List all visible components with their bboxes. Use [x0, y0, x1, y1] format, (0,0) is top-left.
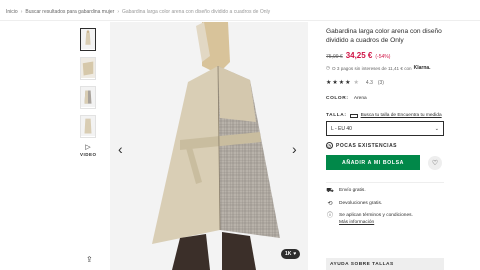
heart-icon: ♡: [431, 159, 439, 167]
product-title: Gabardina larga color arena con diseño d…: [326, 28, 442, 44]
stock-text: POCAS EXISTENCIAS: [336, 142, 398, 149]
star-half-icon: ★: [353, 80, 360, 86]
thumbnail-image: [81, 29, 95, 50]
clock-icon: ◷: [326, 65, 331, 70]
product-info: Gabardina larga color arena con diseño d…: [326, 28, 444, 232]
breadcrumb-search[interactable]: Buscar resultados para gabardina mujer: [25, 9, 114, 15]
size-guide-link[interactable]: Busca tu talla de Encuentra tu medida: [361, 113, 442, 118]
video-label: VIDEO: [80, 152, 97, 157]
breadcrumb-separator: ›: [117, 9, 119, 15]
discount-badge: (-54%): [375, 54, 391, 60]
next-image-button[interactable]: ›: [292, 142, 297, 156]
product-gallery: ‹ ›: [110, 22, 308, 270]
shipping-info: ⛟ Envío gratis. ⟲ Devoluciones gratis. ⓘ…: [326, 182, 444, 226]
terms-block: Se aplican términos y condiciones. Más i…: [339, 213, 413, 226]
ruler-icon: [349, 113, 358, 118]
thumbnail-image: [81, 58, 95, 79]
return-icon: ⟲: [327, 200, 333, 207]
share-icon[interactable]: ⇪: [86, 255, 93, 264]
klarna-text: O 3 pagos sin intereses de 11,41 € con: [332, 65, 412, 71]
saves-badge[interactable]: 1K ♥: [281, 249, 301, 259]
chevron-down-icon: ⌄: [434, 125, 439, 132]
color-value: Arena: [353, 96, 367, 101]
cart-row: AÑADIR A MI BOLSA ♡: [326, 155, 444, 170]
truck-icon: ⛟: [326, 188, 334, 194]
returns-line: ⟲ Devoluciones gratis.: [326, 201, 444, 208]
thumbnail-2[interactable]: [80, 57, 96, 80]
star-rating-icon: ★★★★: [326, 80, 352, 86]
price-row: 75,99 € 34,25 € (-54%): [326, 51, 444, 60]
heart-icon: ♥: [293, 251, 297, 257]
save-for-later-button[interactable]: ♡: [428, 155, 442, 170]
product-image: [110, 22, 308, 270]
thumbnail-image: [81, 87, 95, 108]
thumbnail-4[interactable]: [80, 115, 96, 138]
size-help-header[interactable]: AYUDA SOBRE TALLAS: [326, 258, 444, 270]
shipping-line: ⛟ Envío gratis.: [326, 188, 444, 195]
rating[interactable]: ★★★★ ★ 4.3 (3): [326, 79, 444, 87]
clock-icon: ◷: [326, 142, 333, 149]
old-price: 75,99 €: [326, 54, 343, 60]
terms-line: ⓘ Se aplican términos y condiciones. Más…: [326, 213, 444, 226]
saves-count: 1K: [285, 251, 292, 257]
klarna-logo[interactable]: Klarna.: [414, 65, 431, 71]
thumbnail-image: [81, 116, 95, 137]
shipping-text: Envío gratis.: [339, 188, 366, 193]
play-icon: ▷: [85, 144, 91, 151]
thumbnail-1[interactable]: [80, 28, 96, 51]
size-label: TALLA:: [326, 113, 347, 118]
more-info-link[interactable]: Más información: [339, 220, 374, 225]
terms-text: Se aplican términos y condiciones.: [339, 213, 413, 218]
info-icon: ⓘ: [326, 213, 333, 219]
thumbnail-3[interactable]: [80, 86, 96, 109]
stock-status: ◷ POCAS EXISTENCIAS: [326, 142, 444, 149]
size-select[interactable]: L - EU 40 ⌄: [326, 121, 444, 136]
add-to-bag-button[interactable]: AÑADIR A MI BOLSA: [326, 155, 420, 170]
breadcrumb-home[interactable]: Inicio: [6, 9, 18, 15]
breadcrumb: Inicio › Buscar resultados para gabardin…: [6, 6, 270, 18]
current-price: 34,25 €: [345, 51, 373, 60]
size-selected-value: L - EU 40: [331, 125, 352, 132]
klarna-row: ◷ O 3 pagos sin intereses de 11,41 € con…: [326, 65, 444, 71]
returns-text: Devoluciones gratis.: [339, 200, 383, 206]
rating-count: (3): [377, 79, 384, 86]
divider: [0, 20, 480, 21]
thumbnail-list: ▷ VIDEO: [80, 28, 102, 157]
breadcrumb-current: Gabardina larga color arena con diseño d…: [121, 9, 271, 15]
size-row: TALLA: Busca tu talla de Encuentra tu me…: [326, 113, 444, 118]
rating-value: 4.3: [365, 79, 373, 86]
breadcrumb-separator: ›: [20, 9, 23, 15]
color-row: COLOR: Arena: [326, 96, 444, 101]
video-button[interactable]: ▷ VIDEO: [80, 144, 96, 157]
prev-image-button[interactable]: ‹: [118, 142, 123, 156]
color-label: COLOR:: [326, 96, 349, 101]
